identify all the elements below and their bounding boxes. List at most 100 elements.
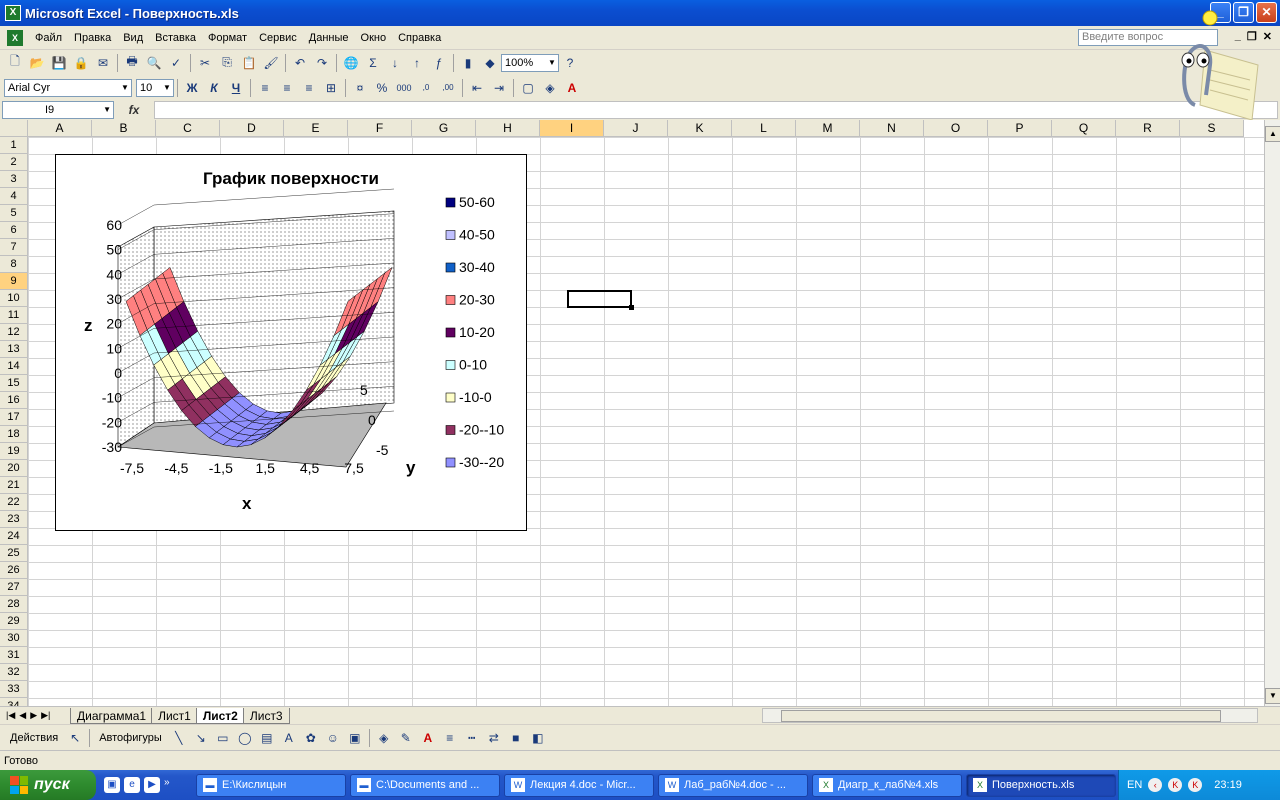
name-box[interactable]: I9 ▼ xyxy=(2,101,114,119)
sheet-tab-diagram1[interactable]: Диаграмма1 xyxy=(70,707,154,724)
task-excel-diagram[interactable]: X Диагр_к_лаб№4.xls xyxy=(812,773,962,797)
wordart-icon[interactable]: A xyxy=(278,728,300,748)
menu-window[interactable]: Окно xyxy=(355,32,393,44)
column-header-b[interactable]: B xyxy=(92,120,156,137)
row-header-19[interactable]: 19 xyxy=(0,443,28,460)
column-header-h[interactable]: H xyxy=(476,120,540,137)
first-sheet-icon[interactable]: |◀ xyxy=(6,710,15,721)
column-header-r[interactable]: R xyxy=(1116,120,1180,137)
network-icon[interactable]: K xyxy=(1188,778,1203,792)
row-header-13[interactable]: 13 xyxy=(0,341,28,358)
column-header-n[interactable]: N xyxy=(860,120,924,137)
align-center-icon[interactable]: ≡ xyxy=(276,78,298,98)
row-header-4[interactable]: 4 xyxy=(0,188,28,205)
task-word-lecture4[interactable]: W Лекция 4.doc - Micr... xyxy=(504,773,654,797)
doc-close-button[interactable]: ✕ xyxy=(1263,30,1272,43)
column-header-q[interactable]: Q xyxy=(1052,120,1116,137)
column-header-d[interactable]: D xyxy=(220,120,284,137)
language-indicator[interactable]: EN xyxy=(1127,779,1142,791)
redo-icon[interactable]: ↷ xyxy=(311,53,333,73)
tray-arrow-icon[interactable]: ‹ xyxy=(1148,778,1163,792)
column-header-l[interactable]: L xyxy=(732,120,796,137)
row-header-26[interactable]: 26 xyxy=(0,562,28,579)
row-header-22[interactable]: 22 xyxy=(0,494,28,511)
document-icon[interactable]: X xyxy=(7,29,23,46)
clipart-icon[interactable]: ☺ xyxy=(322,728,344,748)
line-icon[interactable]: ╲ xyxy=(168,728,190,748)
vertical-scrollbar[interactable]: ▲ ▼ xyxy=(1264,120,1280,706)
scroll-down-icon[interactable]: ▼ xyxy=(1265,688,1280,704)
cell-area[interactable]: График поверхности 60 50 40 30 20 10 0 -10 -20 -3… xyxy=(28,137,1264,706)
column-header-k[interactable]: K xyxy=(668,120,732,137)
font-name-select[interactable]: Arial Cyr ▼ xyxy=(4,78,132,97)
surface-chart[interactable]: График поверхности 60 50 40 30 20 10 0 -10 -20 -3… xyxy=(55,154,527,531)
row-header-16[interactable]: 16 xyxy=(0,392,28,409)
sort-ascending-icon[interactable]: ↓ xyxy=(384,53,406,73)
print-preview-icon[interactable]: 🔍 xyxy=(143,53,165,73)
select-objects-icon[interactable]: ↖ xyxy=(64,728,86,748)
line-style-icon[interactable]: ≡ xyxy=(439,728,461,748)
sheet-tab-list3[interactable]: Лист3 xyxy=(242,707,290,724)
row-header-21[interactable]: 21 xyxy=(0,477,28,494)
print-icon[interactable]: 🖶 xyxy=(121,53,143,73)
row-header-7[interactable]: 7 xyxy=(0,239,28,256)
textbox-icon[interactable]: ▤ xyxy=(256,728,278,748)
currency-icon[interactable]: ¤ xyxy=(349,78,371,98)
row-header-32[interactable]: 32 xyxy=(0,664,28,681)
copy-icon[interactable]: ⎘ xyxy=(216,53,238,73)
comma-style-icon[interactable]: 000 xyxy=(393,78,415,98)
menu-help[interactable]: Справка xyxy=(392,32,447,44)
active-cell-i9[interactable] xyxy=(567,290,634,310)
spelling-icon[interactable]: ✓ xyxy=(165,53,187,73)
row-header-3[interactable]: 3 xyxy=(0,171,28,188)
row-header-11[interactable]: 11 xyxy=(0,307,28,324)
paste-icon[interactable]: 📋 xyxy=(238,53,260,73)
font-color-icon[interactable]: A xyxy=(417,728,439,748)
fill-color-icon[interactable]: ◈ xyxy=(373,728,395,748)
row-header-23[interactable]: 23 xyxy=(0,511,28,528)
row-header-25[interactable]: 25 xyxy=(0,545,28,562)
desktop-icon[interactable]: ▣ xyxy=(104,777,120,793)
row-header-29[interactable]: 29 xyxy=(0,613,28,630)
3d-icon[interactable]: ◧ xyxy=(527,728,549,748)
prev-sheet-icon[interactable]: ◀ xyxy=(19,710,26,721)
menu-data[interactable]: Данные xyxy=(303,32,355,44)
row-header-34[interactable]: 34 xyxy=(0,698,28,706)
row-header-8[interactable]: 8 xyxy=(0,256,28,273)
open-icon[interactable]: 📂 xyxy=(26,53,48,73)
font-size-select[interactable]: 10 ▼ xyxy=(136,78,174,97)
actions-menu[interactable]: Действия xyxy=(4,732,64,744)
dash-style-icon[interactable]: ┅ xyxy=(461,728,483,748)
shadow-icon[interactable]: ■ xyxy=(505,728,527,748)
insert-function-button[interactable]: fx xyxy=(114,103,154,117)
row-header-33[interactable]: 33 xyxy=(0,681,28,698)
row-header-20[interactable]: 20 xyxy=(0,460,28,477)
column-header-c[interactable]: C xyxy=(156,120,220,137)
oval-icon[interactable]: ◯ xyxy=(234,728,256,748)
task-folder-kislicyn[interactable]: ▬ E:\Кислицын xyxy=(196,773,346,797)
row-header-24[interactable]: 24 xyxy=(0,528,28,545)
office-assistant-icon[interactable] xyxy=(1170,10,1260,120)
align-left-icon[interactable]: ≡ xyxy=(254,78,276,98)
arrow-style-icon[interactable]: ⇄ xyxy=(483,728,505,748)
row-header-1[interactable]: 1 xyxy=(0,137,28,154)
row-header-2[interactable]: 2 xyxy=(0,154,28,171)
quick-launch-more-icon[interactable]: » xyxy=(164,777,170,793)
row-header-9[interactable]: 9 xyxy=(0,273,28,290)
save-icon[interactable]: 💾 xyxy=(48,53,70,73)
chart-wizard-icon[interactable]: ▮ xyxy=(457,53,479,73)
select-all-corner[interactable] xyxy=(0,120,28,137)
cut-icon[interactable]: ✂ xyxy=(194,53,216,73)
row-header-31[interactable]: 31 xyxy=(0,647,28,664)
row-header-15[interactable]: 15 xyxy=(0,375,28,392)
font-color-icon[interactable]: A xyxy=(561,78,583,98)
media-player-icon[interactable]: ▶ xyxy=(144,777,160,793)
row-header-17[interactable]: 17 xyxy=(0,409,28,426)
formula-input[interactable] xyxy=(154,101,1278,119)
ie-icon[interactable]: e xyxy=(124,777,140,793)
row-header-18[interactable]: 18 xyxy=(0,426,28,443)
permission-icon[interactable]: 🔒 xyxy=(70,53,92,73)
last-sheet-icon[interactable]: ▶| xyxy=(41,710,50,721)
row-header-27[interactable]: 27 xyxy=(0,579,28,596)
percent-icon[interactable]: % xyxy=(371,78,393,98)
